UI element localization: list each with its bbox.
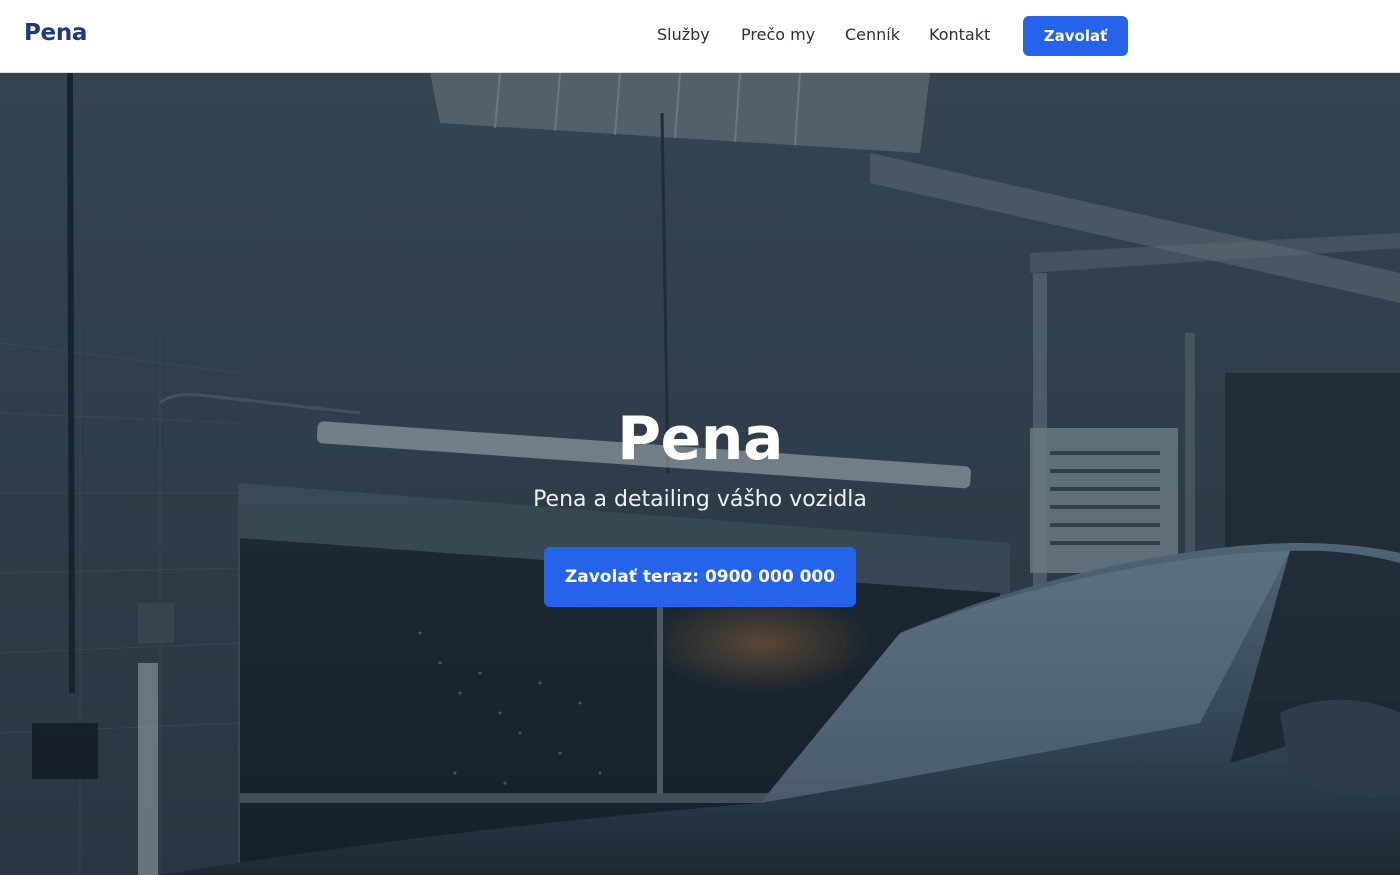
hero-subtitle: Pena a detailing vášho vozidla <box>533 487 867 512</box>
nav-link-preco-my[interactable]: Prečo my <box>741 25 815 44</box>
hero-section: Pena Pena a detailing vášho vozidla Zavo… <box>0 73 1400 875</box>
site-header: Pena Služby Prečo my Cenník Kontakt Zavo… <box>0 0 1400 73</box>
nav-link-sluzby[interactable]: Služby <box>657 25 710 44</box>
main-nav: Služby Prečo my Cenník Kontakt <box>0 0 1400 73</box>
nav-link-cennik[interactable]: Cenník <box>845 25 900 44</box>
hero-content: Pena Pena a detailing vášho vozidla Zavo… <box>0 403 1400 607</box>
hero-title: Pena <box>617 404 783 474</box>
hero-call-button[interactable]: Zavolať teraz: 0900 000 000 <box>544 547 856 607</box>
nav-link-kontakt[interactable]: Kontakt <box>929 25 990 44</box>
header-call-button[interactable]: Zavolať <box>1023 16 1128 56</box>
